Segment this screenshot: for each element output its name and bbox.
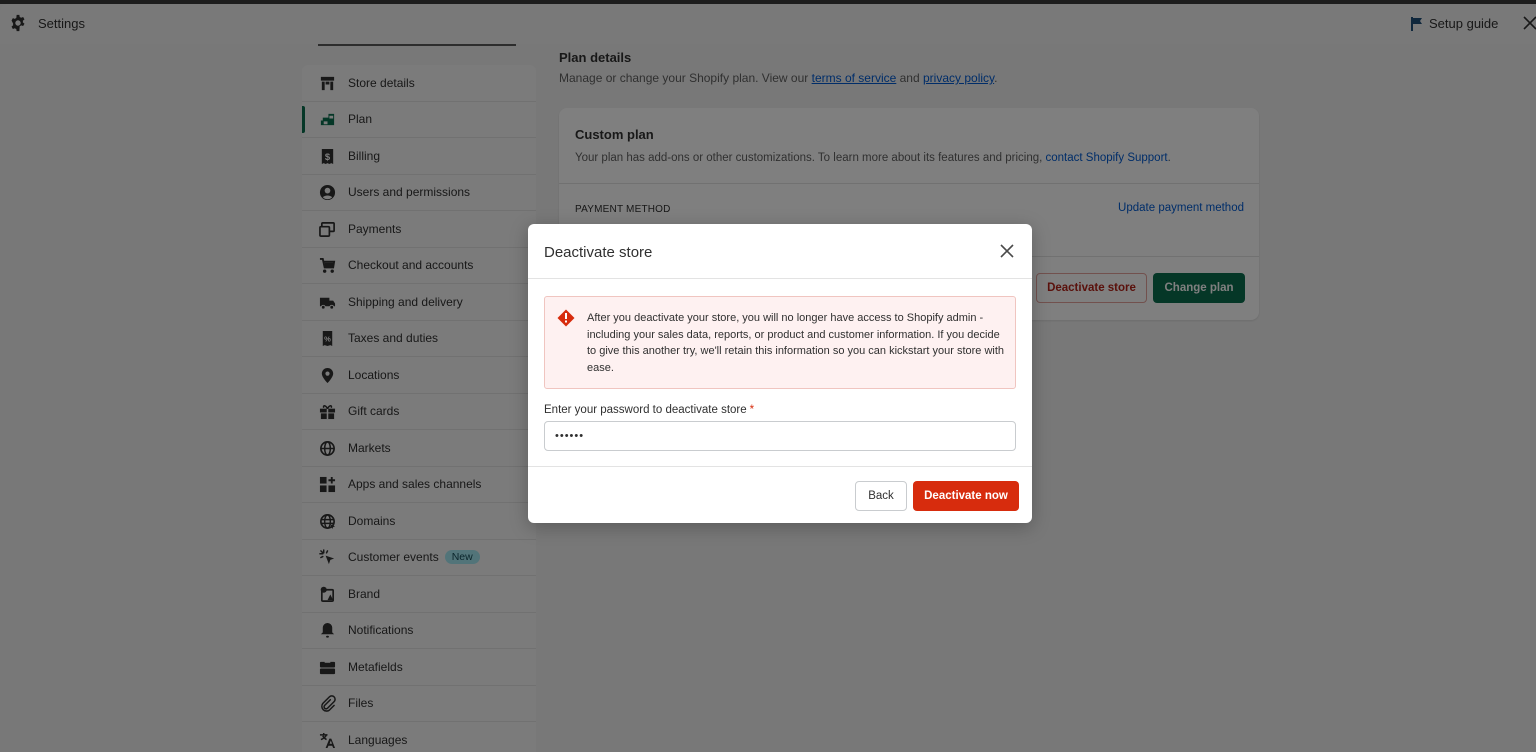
password-input[interactable] [544,421,1016,451]
modal-header: Deactivate store [528,224,1032,279]
required-indicator: * [749,404,755,416]
modal-footer: Back Deactivate now [528,466,1032,523]
close-icon[interactable] [998,242,1016,260]
critical-banner: After you deactivate your store, you wil… [544,296,1016,389]
password-label-text: Enter your password to deactivate store [544,404,747,416]
password-label: Enter your password to deactivate store * [544,404,754,416]
modal-title: Deactivate store [544,244,653,261]
banner-text: After you deactivate your store, you wil… [587,312,1005,374]
alert-diamond-icon [557,309,575,327]
back-button[interactable]: Back [855,481,907,511]
deactivate-store-modal: Deactivate store After you deactivate yo… [528,224,1032,523]
deactivate-now-button[interactable]: Deactivate now [913,481,1019,511]
